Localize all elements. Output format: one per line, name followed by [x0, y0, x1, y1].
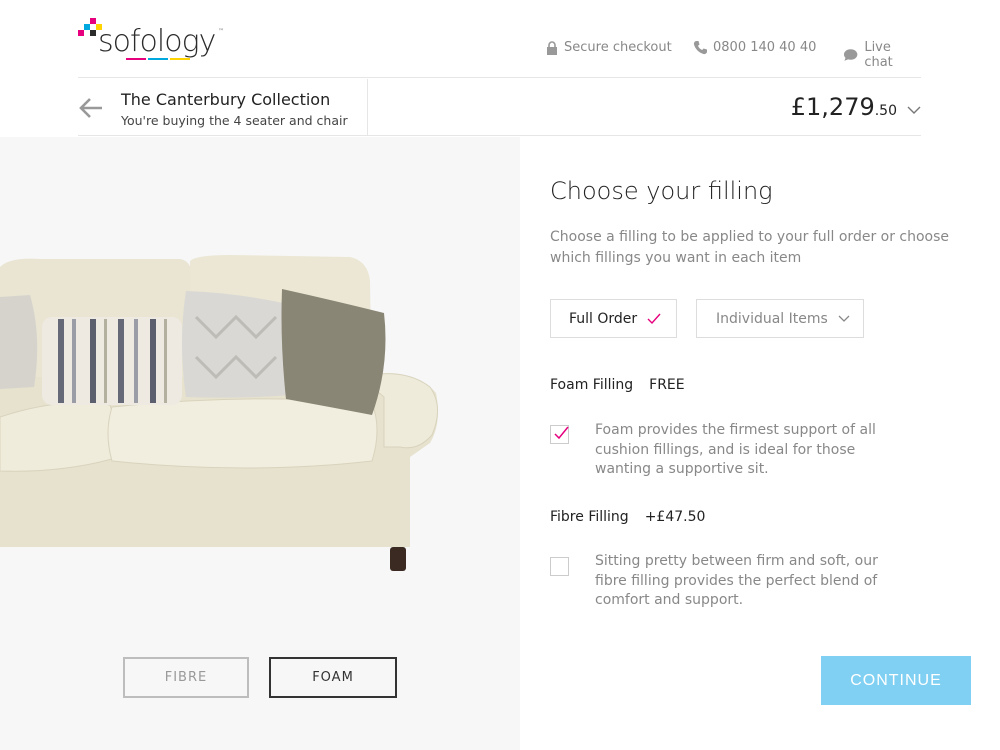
logo-trademark: ™: [218, 28, 224, 35]
sofology-logo[interactable]: sofology ™: [78, 18, 228, 66]
full-order-tab[interactable]: Full Order: [550, 299, 677, 338]
arrow-left-icon: [79, 98, 102, 118]
chevron-down-icon: [907, 106, 921, 114]
chat-bubble-icon: [843, 49, 858, 61]
lock-icon: [547, 40, 557, 55]
option-description: Foam provides the firmest support of all…: [595, 422, 876, 477]
live-chat-link[interactable]: Live chat: [843, 40, 921, 70]
full-order-label: Full Order: [569, 310, 638, 327]
secure-checkout-label: Secure checkout: [564, 40, 672, 55]
phone-icon: [693, 41, 707, 55]
logo-underline-icon: [126, 58, 146, 60]
logo-square-icon: [78, 30, 84, 36]
preview-fibre-button[interactable]: FIBRE: [123, 657, 249, 698]
option-name: Fibre Filling: [550, 509, 629, 525]
phone-link[interactable]: 0800 140 40 40: [693, 40, 816, 55]
logo-wordmark: sofology: [98, 24, 216, 59]
individual-items-dropdown[interactable]: Individual Items: [696, 299, 864, 338]
product-bar: The Canterbury Collection You're buying …: [78, 79, 921, 136]
chevron-down-icon: [838, 315, 850, 322]
individual-items-label: Individual Items: [716, 310, 828, 327]
checkmark-icon: [554, 426, 569, 440]
option-name: Foam Filling: [550, 377, 634, 393]
logo-underline-icon: [148, 58, 168, 60]
fibre-filling-checkbox[interactable]: [550, 557, 569, 576]
checkmark-icon: [647, 313, 661, 324]
logo-underline-icon: [170, 58, 190, 60]
logo-square-icon: [90, 30, 96, 36]
price-main: £1,279: [790, 93, 875, 121]
phone-number: 0800 140 40 40: [713, 40, 817, 55]
filling-intro: Choose a filling to be applied to your f…: [550, 229, 950, 266]
option-title-foam: Foam Filling FREE: [550, 377, 685, 393]
product-preview-panel: FIBRE FOAM: [0, 137, 520, 750]
divider: [367, 79, 368, 136]
option-description: Sitting pretty between firm and soft, ou…: [595, 553, 878, 608]
continue-button[interactable]: CONTINUE: [821, 656, 971, 705]
product-title: The Canterbury Collection: [121, 90, 331, 109]
live-chat-label: Live chat: [864, 40, 893, 70]
back-button[interactable]: [78, 95, 104, 121]
price-pence: .50: [874, 103, 897, 119]
top-header: sofology ™ Secure checkout 0800 140 40 4…: [78, 0, 921, 78]
sofa-image: [0, 255, 438, 571]
option-price: +£47.50: [644, 509, 706, 525]
option-title-fibre: Fibre Filling +£47.50: [550, 509, 705, 525]
product-subtitle: You're buying the 4 seater and chair: [121, 113, 348, 128]
foam-filling-checkbox[interactable]: [550, 425, 569, 444]
option-price: FREE: [649, 377, 685, 393]
page-title: Choose your filling: [550, 177, 773, 205]
price-summary-toggle[interactable]: £1,279 .50: [791, 93, 921, 121]
preview-foam-button[interactable]: FOAM: [269, 657, 397, 698]
secure-checkout: Secure checkout: [546, 40, 672, 55]
